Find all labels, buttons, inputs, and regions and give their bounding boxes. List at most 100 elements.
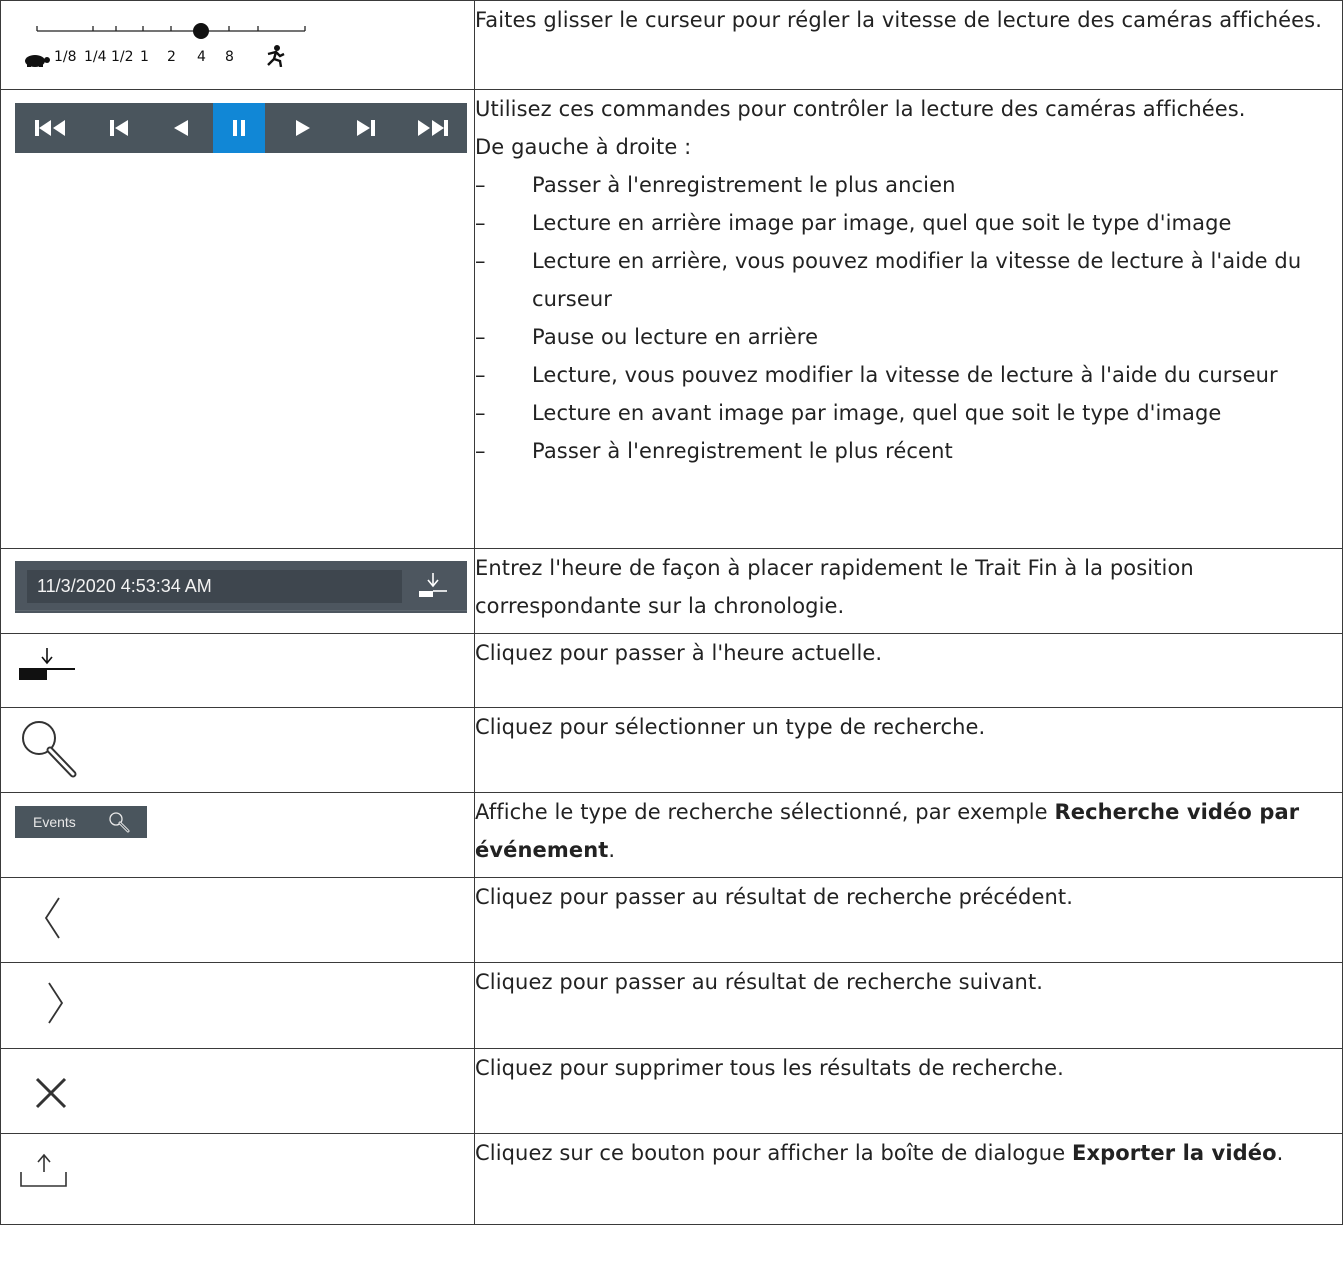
description-text: Affiche le type de recherche sélectionné…	[475, 793, 1342, 869]
speed-description: Faites glisser le curseur pour régler la…	[474, 0, 1343, 90]
play-reverse-icon	[174, 120, 188, 136]
list-item: – Passer à l'enregistrement le plus ancie…	[475, 166, 1342, 204]
dash: –	[475, 211, 486, 235]
pause-icon	[233, 120, 245, 136]
dash: –	[475, 363, 486, 387]
row-search-type: Cliquez pour sélectionner un type de rec…	[0, 707, 1343, 793]
runner-icon	[264, 45, 286, 71]
description-text: Cliquez pour sélectionner un type de rec…	[475, 715, 986, 739]
export-video-cell	[0, 1133, 475, 1225]
row-time-input: 11/3/2020 4:53:34 AM Entrez l'heure de f…	[0, 548, 1343, 634]
speed-label: 2	[167, 49, 176, 65]
go-to-current-time-icon[interactable]	[17, 646, 81, 694]
time-description: Entrez l'heure de façon à placer rapidem…	[474, 548, 1343, 634]
list-item: – Lecture en avant image par image, quel …	[475, 394, 1342, 432]
dash: –	[475, 401, 486, 425]
row-export-video: Cliquez sur ce bouton pour afficher la b…	[0, 1133, 1343, 1225]
clear-results-cell	[0, 1048, 475, 1134]
jump-to-newest-icon	[418, 120, 448, 136]
text-run: Cliquez sur ce bouton pour afficher la b…	[475, 1141, 1073, 1165]
previous-result-description: Cliquez pour passer au résultat de reche…	[474, 877, 1343, 963]
playback-description: Utilisez ces commandes pour contrôler la…	[474, 89, 1343, 549]
turtle-icon	[21, 52, 51, 71]
playback-controls-cell	[0, 89, 475, 549]
row-playback-controls: Utilisez ces commandes pour contrôler la…	[0, 89, 1343, 549]
row-speed-slider: 1/8 1/4 1/2 1 2 4 8 Faites glisser le cu…	[0, 0, 1343, 90]
selected-search-type-description: Affiche le type de recherche sélectionné…	[474, 792, 1343, 878]
row-selected-search-type: Events Affiche le type de recherche séle…	[0, 792, 1343, 878]
search-type-description: Cliquez pour sélectionner un type de rec…	[474, 707, 1343, 793]
description-text: Faites glisser le curseur pour régler la…	[475, 8, 1322, 32]
text-run: .	[1276, 1141, 1284, 1165]
selected-search-type-cell: Events	[0, 792, 475, 878]
text-run: .	[608, 838, 616, 862]
step-back-icon	[110, 120, 128, 136]
play-reverse-button[interactable]	[155, 103, 205, 153]
jump-to-oldest-button[interactable]	[21, 103, 81, 153]
search-type-cell	[0, 707, 475, 793]
pause-button[interactable]	[213, 103, 265, 153]
description-text: Cliquez pour supprimer tous les résultat…	[475, 1056, 1064, 1080]
slider-thumb[interactable]	[193, 23, 209, 39]
step-back-button[interactable]	[95, 103, 145, 153]
speed-slider[interactable]: 1/8 1/4 1/2 1 2 4 8	[25, 23, 319, 73]
list-item-text: Pause ou lecture en arrière	[532, 325, 819, 349]
current-time-description: Cliquez pour passer à l'heure actuelle.	[474, 633, 1343, 708]
play-button[interactable]	[279, 103, 329, 153]
list-item: – Pause ou lecture en arrière	[475, 318, 1342, 356]
time-toolbar: 11/3/2020 4:53:34 AM	[15, 561, 467, 613]
next-result-description: Cliquez pour passer au résultat de reche…	[474, 962, 1343, 1049]
dash: –	[475, 249, 486, 273]
jump-to-oldest-icon	[35, 120, 65, 136]
chevron-right-icon[interactable]	[45, 981, 65, 1029]
clear-results-description: Cliquez pour supprimer tous les résultat…	[474, 1048, 1343, 1134]
list-item-text: Lecture en avant image par image, quel q…	[532, 401, 1222, 425]
row-next-result: Cliquez pour passer au résultat de reche…	[0, 962, 1343, 1049]
go-to-time-button[interactable]	[413, 569, 453, 605]
go-to-time-icon	[419, 573, 447, 597]
list-item-text: Lecture en arrière image par image, quel…	[532, 211, 1232, 235]
speed-slider-cell: 1/8 1/4 1/2 1 2 4 8	[0, 0, 475, 90]
description-text: Entrez l'heure de façon à placer rapidem…	[475, 556, 1194, 618]
jump-to-newest-button[interactable]	[401, 103, 463, 153]
bold-term: Exporter la vidéo	[1072, 1141, 1277, 1165]
description-text: Cliquez pour passer au résultat de reche…	[475, 885, 1074, 909]
previous-result-cell	[0, 877, 475, 963]
description-text: Cliquez sur ce bouton pour afficher la b…	[475, 1134, 1342, 1172]
events-label: Events	[33, 814, 76, 830]
description-text: Cliquez pour passer au résultat de reche…	[475, 970, 1044, 994]
row-current-time: Cliquez pour passer à l'heure actuelle.	[0, 633, 1343, 708]
close-icon[interactable]	[33, 1075, 69, 1115]
list-item-text: Lecture en arrière, vous pouvez modifier…	[532, 249, 1302, 311]
list-item: – Lecture, vous pouvez modifier la vitess…	[475, 356, 1342, 394]
next-result-cell	[0, 962, 475, 1049]
export-icon[interactable]	[19, 1152, 69, 1196]
reference-table: 1/8 1/4 1/2 1 2 4 8 Faites glisser le cu…	[0, 0, 1343, 1225]
dash: –	[475, 439, 486, 463]
text-run: Affiche le type de recherche sélectionné…	[475, 800, 1055, 824]
events-search-button[interactable]: Events	[15, 806, 147, 838]
time-input[interactable]: 11/3/2020 4:53:34 AM	[27, 570, 402, 603]
step-forward-icon	[357, 120, 375, 136]
dash: –	[475, 173, 486, 197]
speed-label: 1	[140, 49, 149, 65]
row-previous-result: Cliquez pour passer au résultat de reche…	[0, 877, 1343, 963]
playback-toolbar	[15, 103, 467, 153]
speed-label: 4	[197, 49, 206, 65]
export-video-description: Cliquez sur ce bouton pour afficher la b…	[474, 1133, 1343, 1225]
direction-text: De gauche à droite :	[475, 135, 692, 159]
toolbar-divider	[15, 610, 467, 611]
description-text: Utilisez ces commandes pour contrôler la…	[475, 97, 1246, 121]
list-item: – Passer à l'enregistrement le plus récen…	[475, 432, 1342, 470]
search-icon[interactable]	[17, 716, 81, 784]
list-item-text: Passer à l'enregistrement le plus récent	[532, 439, 953, 463]
speed-label: 1/2	[111, 49, 134, 65]
speed-label: 1/4	[84, 49, 107, 65]
list-item-text: Lecture, vous pouvez modifier la vitesse…	[532, 363, 1278, 387]
list-item-text: Passer à l'enregistrement le plus ancien	[532, 173, 956, 197]
speed-label: 1/8	[54, 49, 77, 65]
speed-label: 8	[225, 49, 234, 65]
chevron-left-icon[interactable]	[43, 896, 63, 944]
list-item: – Lecture en arrière, vous pouvez modifie…	[475, 242, 1342, 318]
step-forward-button[interactable]	[340, 103, 390, 153]
